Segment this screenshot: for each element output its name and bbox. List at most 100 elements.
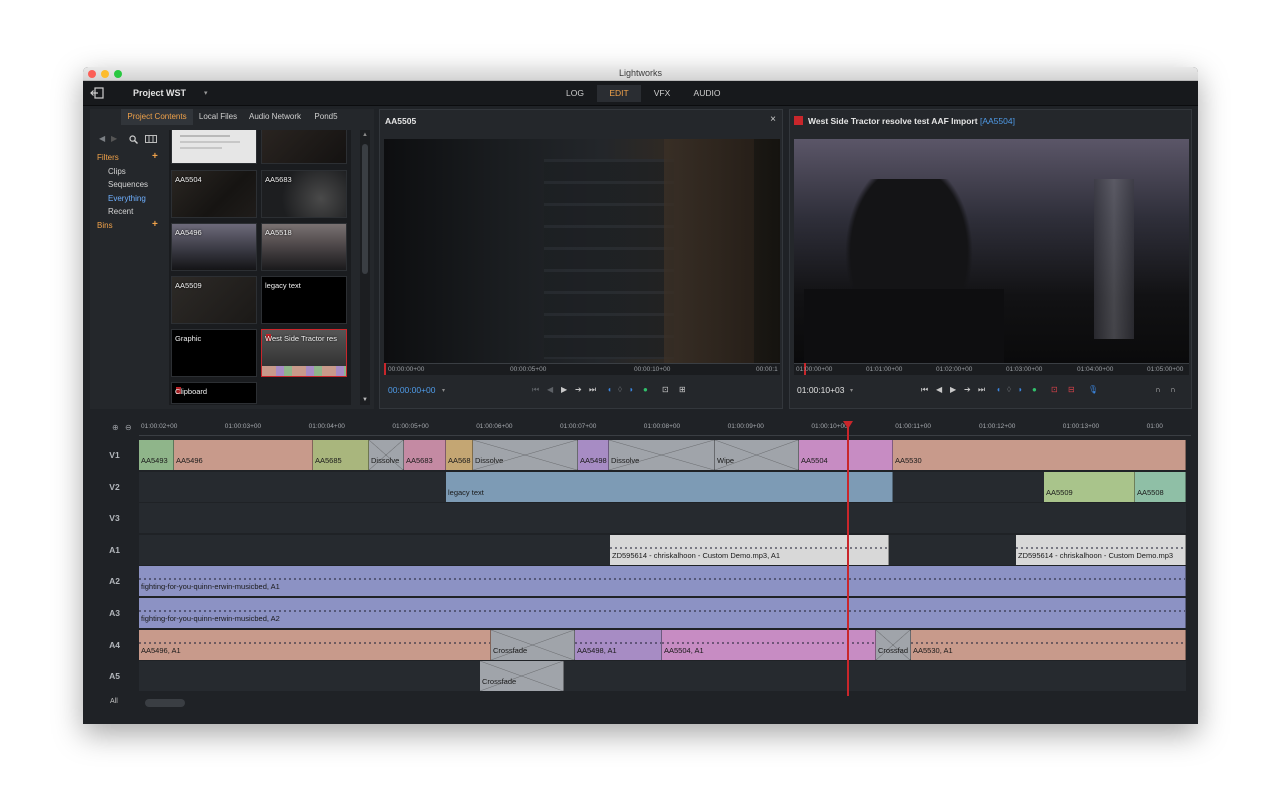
record-ruler[interactable]: 01:00:00+00 01:01:00+00 01:02:00+00 01:0… (794, 363, 1189, 375)
clip-legacy-text[interactable]: legacy text (261, 276, 347, 324)
play-reverse-icon[interactable]: ◀ (547, 385, 553, 394)
track-lane-a1[interactable]: ZD595614 - chriskalhoon - Custom Demo.mp… (139, 534, 1186, 565)
replace-icon[interactable]: ⊞ (679, 385, 686, 394)
source-video-frame[interactable] (384, 139, 780, 363)
timeline-ruler[interactable]: 01:00:02+00 01:00:03+00 01:00:04+00 01:00:0… (139, 420, 1191, 436)
track-lane-a2[interactable]: fighting-for-you-quinn-erwin-musicbed, A… (139, 566, 1186, 597)
audio-mic-icon[interactable]: 🎙 (1088, 385, 1098, 394)
track-label-v1[interactable]: V1 (90, 440, 139, 470)
clip-segment[interactable]: AA5509 (1044, 471, 1135, 502)
clip-segment[interactable]: AA5498, A1 (575, 629, 662, 660)
tab-audio-network[interactable]: Audio Network (245, 109, 305, 125)
track-lane-v1[interactable]: AA5493 AA5496 AA5685 Dissolve AA5683 AA568 Dis… (139, 440, 1186, 470)
transition-segment[interactable]: Crossfad (876, 629, 911, 660)
transition-segment[interactable]: Wipe (715, 440, 799, 470)
clip-thumbnail[interactable] (261, 130, 347, 164)
clip-clipboard[interactable]: Clipboard (171, 382, 257, 404)
clear-marks-icon[interactable]: ◊ (1007, 385, 1011, 394)
clip-segment[interactable]: AA5530, A1 (911, 629, 1186, 660)
tab-pond5[interactable]: Pond5 (310, 109, 342, 125)
filter-sequences[interactable]: Sequences (108, 180, 148, 189)
play-icon[interactable]: ▶ (561, 385, 567, 394)
headphones-icon[interactable]: ∩ (1155, 385, 1161, 394)
clip-segment[interactable]: fighting-for-you-quinn-erwin-musicbed, A… (139, 598, 1186, 628)
mark-in-icon[interactable]: ◖ (607, 385, 612, 394)
clip-segment[interactable]: legacy text (446, 471, 893, 502)
go-to-start-icon[interactable]: ⏮ (532, 385, 539, 395)
filter-clips[interactable]: Clips (108, 167, 126, 176)
close-icon[interactable]: × (770, 114, 776, 125)
transition-segment[interactable]: Crossfade (491, 629, 575, 660)
timecode-dropdown-icon[interactable]: ▾ (850, 387, 853, 394)
track-lane-v2[interactable]: legacy text AA5509 AA5508 (139, 471, 1186, 502)
clip-segment[interactable]: AA5508 (1135, 471, 1186, 502)
timecode-dropdown-icon[interactable]: ▾ (442, 387, 445, 394)
track-label-a4[interactable]: A4 (90, 630, 139, 660)
insert-icon[interactable]: ⊡ (662, 385, 669, 394)
clip-segment[interactable]: AA568 (446, 440, 473, 470)
scroll-up-icon[interactable]: ▲ (362, 132, 368, 138)
search-icon[interactable] (129, 135, 138, 144)
track-lane-v3[interactable] (139, 503, 1186, 534)
track-lane-a3[interactable]: fighting-for-you-quinn-erwin-musicbed, A… (139, 598, 1186, 628)
room-tab-audio[interactable]: AUDIO (687, 85, 727, 102)
room-tab-vfx[interactable]: VFX (647, 85, 677, 102)
clip-segment[interactable]: AA5496 (174, 440, 313, 470)
scroll-thumb[interactable] (362, 144, 368, 274)
mark-in-icon[interactable]: ◖ (996, 385, 1001, 394)
clip-segment[interactable]: AA5496, A1 (139, 629, 491, 660)
project-dropdown-icon[interactable]: ▾ (204, 89, 208, 97)
clip-aa5683[interactable]: AA5683 (261, 170, 347, 218)
transition-segment[interactable]: Dissolve (609, 440, 715, 470)
next-frame-icon[interactable]: ➔ (575, 385, 582, 394)
track-label-a1[interactable]: A1 (90, 535, 139, 565)
record-timecode[interactable]: 01:00:10+03 (797, 385, 845, 395)
playhead[interactable] (847, 423, 849, 696)
track-label-a2[interactable]: A2 (90, 566, 139, 596)
clip-segment[interactable]: AA5498 (578, 440, 609, 470)
track-label-a5[interactable]: A5 (90, 661, 139, 691)
mark-clip-icon[interactable]: ● (643, 385, 648, 394)
project-name[interactable]: Project WST (133, 88, 186, 98)
go-to-start-icon[interactable]: ⏮ (921, 385, 928, 395)
track-lane-a5[interactable]: Crossfade (139, 661, 1186, 692)
clip-graphic[interactable]: Graphic (171, 329, 257, 377)
clip-aa5509[interactable]: AA5509 (171, 276, 257, 324)
transition-segment[interactable]: Dissolve (369, 440, 404, 470)
room-tab-edit[interactable]: EDIT (597, 85, 641, 102)
play-reverse-icon[interactable]: ◀ (936, 385, 942, 394)
zoom-out-icon[interactable]: ⊖ (125, 423, 132, 432)
exit-icon[interactable] (90, 87, 104, 99)
add-filter-icon[interactable]: + (152, 151, 158, 162)
clip-segment[interactable]: AA5530 (893, 440, 1186, 470)
scroll-down-icon[interactable]: ▼ (362, 397, 368, 403)
source-ruler[interactable]: 00:00:00+00 00:00:05+00 00:00:10+00 00:0… (384, 363, 780, 375)
mark-out-icon[interactable]: ◗ (629, 385, 634, 394)
back-arrow-icon[interactable]: ◀ (99, 134, 105, 143)
filter-recent[interactable]: Recent (108, 207, 133, 216)
clip-thumbnail-document[interactable] (171, 130, 257, 164)
track-label-v2[interactable]: V2 (90, 472, 139, 502)
zoom-in-icon[interactable]: ⊕ (112, 423, 119, 432)
go-to-end-icon[interactable]: ⏭ (978, 385, 985, 395)
next-frame-icon[interactable]: ➔ (964, 385, 971, 394)
clip-aa5504[interactable]: AA5504 (171, 170, 257, 218)
all-tracks-button[interactable]: All (110, 698, 118, 705)
timeline-scrollbar[interactable] (145, 699, 185, 707)
mark-clip-icon[interactable]: ● (1032, 385, 1037, 394)
clip-segment[interactable]: AA5683 (404, 440, 446, 470)
bin-scrollbar[interactable]: ▲ ▼ (360, 130, 370, 405)
clip-segment[interactable]: AA5685 (313, 440, 369, 470)
play-icon[interactable]: ▶ (950, 385, 956, 394)
filter-everything[interactable]: Everything (108, 194, 146, 203)
transition-segment[interactable]: Dissolve (473, 440, 578, 470)
go-to-end-icon[interactable]: ⏭ (589, 385, 596, 395)
clip-segment[interactable]: AA5493 (139, 440, 174, 470)
grid-view-icon[interactable] (145, 135, 157, 143)
clip-segment[interactable]: AA5504, A1 (662, 629, 876, 660)
clip-aa5496[interactable]: AA5496 (171, 223, 257, 271)
track-label-a3[interactable]: A3 (90, 598, 139, 628)
clip-segment[interactable]: ZD595614 - chriskalhoon - Custom Demo.mp… (1016, 534, 1186, 565)
source-timecode[interactable]: 00:00:00+00 (388, 385, 436, 395)
tab-project-contents[interactable]: Project Contents (121, 109, 193, 125)
